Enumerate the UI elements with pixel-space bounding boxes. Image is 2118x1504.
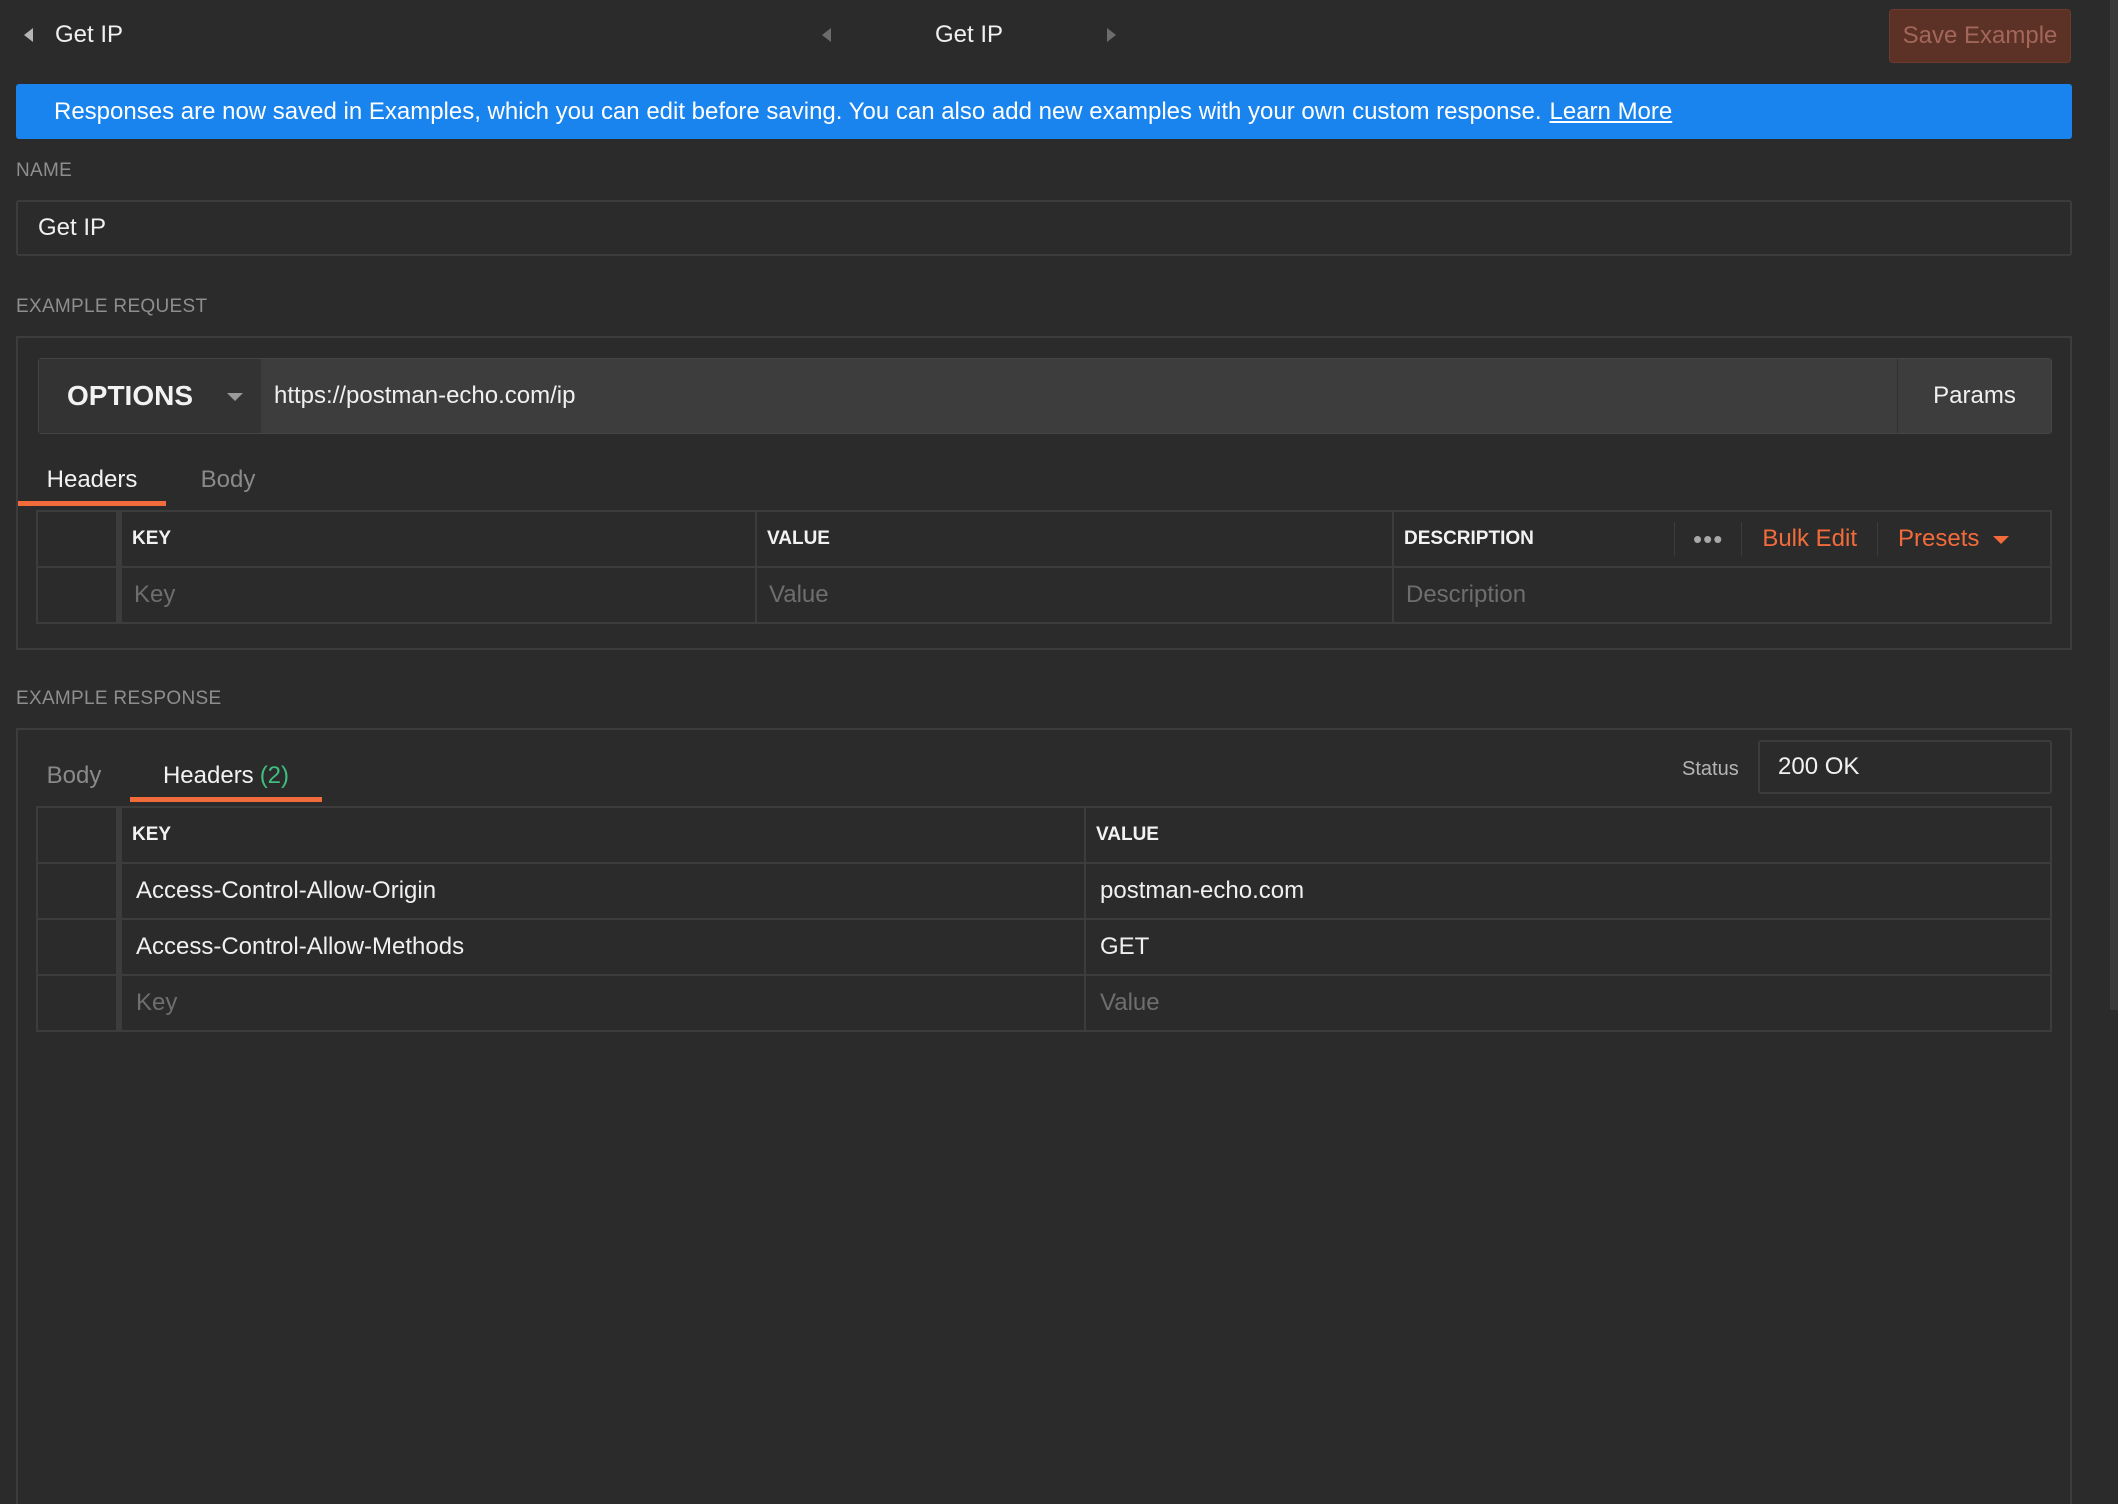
- more-options-icon[interactable]: •••: [1674, 522, 1743, 556]
- tab-response-body[interactable]: Body: [30, 762, 118, 802]
- row-checkbox: [36, 510, 122, 568]
- column-value: VALUE: [755, 510, 1394, 568]
- status-label: Status: [1682, 758, 1739, 780]
- table-row: Access-Control-Allow-Origin postman-echo…: [36, 862, 2052, 920]
- tab-request-headers[interactable]: Headers: [18, 466, 166, 506]
- table-row: Access-Control-Allow-Methods GET: [36, 918, 2052, 976]
- name-label: NAME: [16, 160, 73, 181]
- example-response-label: EXAMPLE RESPONSE: [16, 688, 222, 709]
- params-button[interactable]: Params: [1897, 359, 2051, 433]
- key-input[interactable]: Key: [118, 974, 1086, 1032]
- table-header-row: KEY VALUE: [36, 806, 2052, 864]
- description-input[interactable]: Description: [1392, 566, 2052, 624]
- chevron-down-icon: [227, 393, 243, 401]
- tab-request-body[interactable]: Body: [188, 466, 268, 506]
- presets-label: Presets: [1898, 525, 1980, 552]
- request-url-bar: OPTIONS https://postman-echo.com/ip Para…: [38, 358, 2052, 434]
- key-input[interactable]: Access-Control-Allow-Methods: [118, 918, 1086, 976]
- url-input[interactable]: https://postman-echo.com/ip: [274, 359, 575, 433]
- tab-label: Headers: [162, 762, 254, 789]
- tab-label: Headers: [46, 466, 138, 493]
- column-value: VALUE: [1084, 806, 2052, 864]
- status-input[interactable]: 200 OK: [1758, 740, 2052, 794]
- info-banner: Responses are now saved in Examples, whi…: [16, 84, 2072, 139]
- row-checkbox[interactable]: [36, 566, 122, 624]
- example-request-panel: OPTIONS https://postman-echo.com/ip Para…: [16, 336, 2072, 650]
- value-input[interactable]: postman-echo.com: [1084, 862, 2052, 920]
- column-key: KEY: [118, 806, 1086, 864]
- row-checkbox[interactable]: [36, 918, 122, 976]
- top-bar: Get IP Get IP Save Example: [0, 0, 2118, 72]
- table-header-row: KEY VALUE DESCRIPTION ••• Bulk Edit Pres…: [36, 510, 2052, 568]
- learn-more-link[interactable]: Learn More: [1550, 98, 1673, 126]
- next-example-icon[interactable]: [1107, 28, 1116, 42]
- example-response-panel: Body Headers (2) Status 200 OK KEY VALUE…: [16, 728, 2072, 1504]
- row-checkbox[interactable]: [36, 974, 122, 1032]
- tab-label: Body: [46, 762, 102, 789]
- presets-dropdown[interactable]: Presets: [1877, 522, 2010, 556]
- key-input[interactable]: Key: [118, 566, 757, 624]
- column-key: KEY: [118, 510, 757, 568]
- chevron-down-icon: [1993, 536, 2010, 544]
- response-headers-table: KEY VALUE Access-Control-Allow-Origin po…: [36, 806, 2052, 1032]
- headers-count-badge: (2): [259, 762, 290, 789]
- table-row: Key Value: [36, 974, 2052, 1032]
- value-input[interactable]: Value: [755, 566, 1394, 624]
- column-description: DESCRIPTION ••• Bulk Edit Presets: [1392, 510, 2052, 568]
- value-input[interactable]: GET: [1084, 918, 2052, 976]
- back-title[interactable]: Get IP: [55, 21, 123, 49]
- row-checkbox[interactable]: [36, 862, 122, 920]
- request-headers-table: KEY VALUE DESCRIPTION ••• Bulk Edit Pres…: [36, 510, 2052, 624]
- previous-example-icon[interactable]: [822, 28, 831, 42]
- back-arrow-icon[interactable]: [24, 28, 33, 42]
- description-header-label: DESCRIPTION: [1404, 528, 1534, 549]
- save-example-button[interactable]: Save Example: [1889, 9, 2071, 63]
- scrollbar[interactable]: [2110, 0, 2118, 1010]
- table-row: Key Value Description: [36, 566, 2052, 624]
- name-input[interactable]: Get IP: [16, 200, 2072, 256]
- tab-response-headers[interactable]: Headers (2): [130, 762, 322, 802]
- tab-label: Body: [200, 466, 256, 493]
- key-input[interactable]: Access-Control-Allow-Origin: [118, 862, 1086, 920]
- example-request-label: EXAMPLE REQUEST: [16, 296, 208, 317]
- method-select[interactable]: OPTIONS: [39, 359, 261, 433]
- row-checkbox: [36, 806, 122, 864]
- method-value: OPTIONS: [67, 380, 194, 411]
- banner-text: Responses are now saved in Examples, whi…: [54, 97, 1542, 125]
- example-title: Get IP: [934, 21, 1004, 48]
- bulk-edit-button[interactable]: Bulk Edit: [1742, 525, 1877, 553]
- value-input[interactable]: Value: [1084, 974, 2052, 1032]
